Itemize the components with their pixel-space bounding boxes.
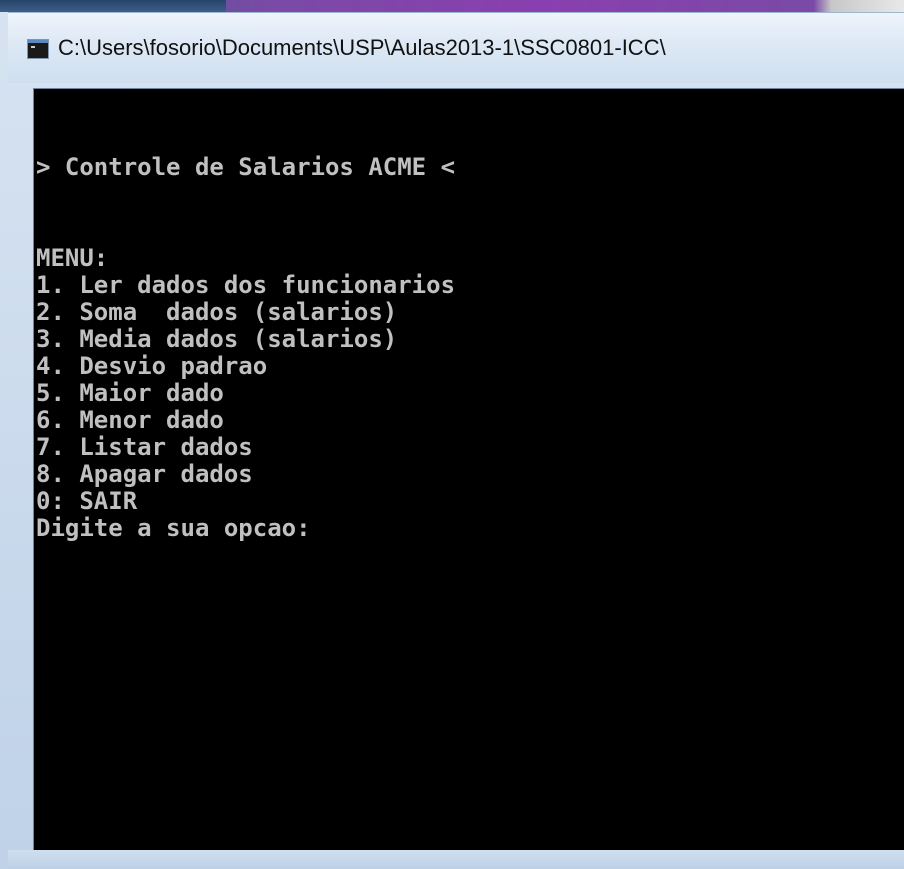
window-title: C:\Users\fosorio\Documents\USP\Aulas2013…	[58, 35, 666, 60]
menu-item-exit: 0: SAIR	[36, 487, 138, 515]
console-window-icon[interactable]	[27, 39, 49, 59]
menu-item-3: 3. Media dados (salarios)	[36, 325, 398, 353]
menu-item-6: 6. Menor dado	[36, 406, 224, 434]
menu-item-7: 7. Listar dados	[36, 433, 253, 461]
background-window-edge	[0, 0, 226, 12]
menu-item-5: 5. Maior dado	[36, 379, 224, 407]
menu-item-4: 4. Desvio padrao	[36, 352, 268, 380]
menu-header: MENU:	[36, 244, 109, 272]
console-window: C:\Users\fosorio\Documents\USP\Aulas2013…	[0, 0, 904, 869]
window-bottom-frame	[8, 850, 904, 869]
menu-item-2: 2. Soma dados (salarios)	[36, 298, 398, 326]
menu-item-8: 8. Apagar dados	[36, 460, 253, 488]
desktop-background-strip	[0, 0, 904, 12]
console-banner: > Controle de Salarios ACME <	[36, 153, 456, 181]
menu-item-1: 1. Ler dados dos funcionarios	[36, 271, 456, 299]
input-prompt: Digite a sua opcao:	[36, 514, 311, 542]
console-output-area[interactable]: > Controle de Salarios ACME < MENU: 1. L…	[33, 88, 904, 851]
